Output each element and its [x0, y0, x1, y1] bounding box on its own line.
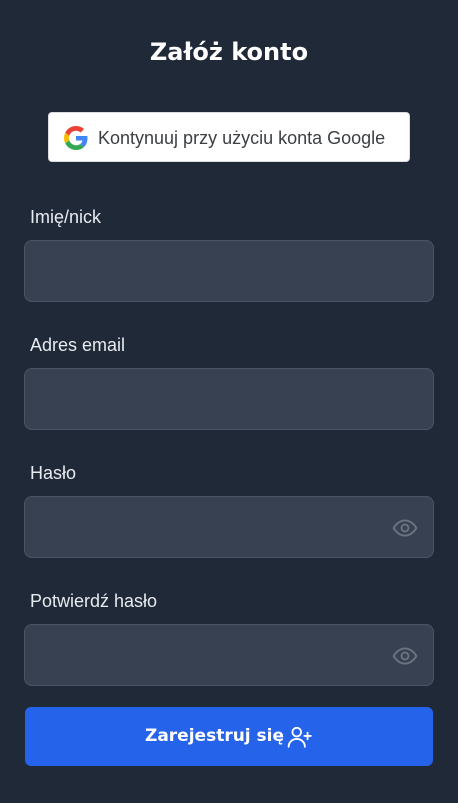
register-button[interactable]: Zarejestruj się [25, 707, 433, 766]
eye-icon[interactable] [392, 515, 418, 541]
register-button-label: Zarejestruj się [145, 726, 285, 746]
page-title: Załóż konto [149, 38, 309, 66]
password-field-box [24, 496, 434, 558]
name-label: Imię/nick [30, 207, 102, 227]
google-logo-icon [64, 126, 88, 150]
password-input[interactable] [25, 497, 433, 557]
google-signin-button[interactable]: Kontynuuj przy użyciu konta Google [48, 112, 410, 162]
email-input[interactable] [25, 369, 433, 429]
register-page: Załóż konto Kontynuuj przy użyciu konta … [0, 0, 458, 803]
eye-icon[interactable] [392, 643, 418, 669]
name-field-box [24, 240, 434, 302]
confirm-password-field-box [24, 624, 434, 686]
password-label: Hasło [30, 463, 77, 483]
confirm-password-label: Potwierdź hasło [30, 591, 158, 611]
email-field-box [24, 368, 434, 430]
email-label: Adres email [30, 335, 126, 355]
name-input[interactable] [25, 241, 433, 301]
confirm-password-input[interactable] [25, 625, 433, 685]
google-signin-label: Kontynuuj przy użyciu konta Google [98, 128, 386, 148]
user-plus-icon [287, 726, 312, 748]
